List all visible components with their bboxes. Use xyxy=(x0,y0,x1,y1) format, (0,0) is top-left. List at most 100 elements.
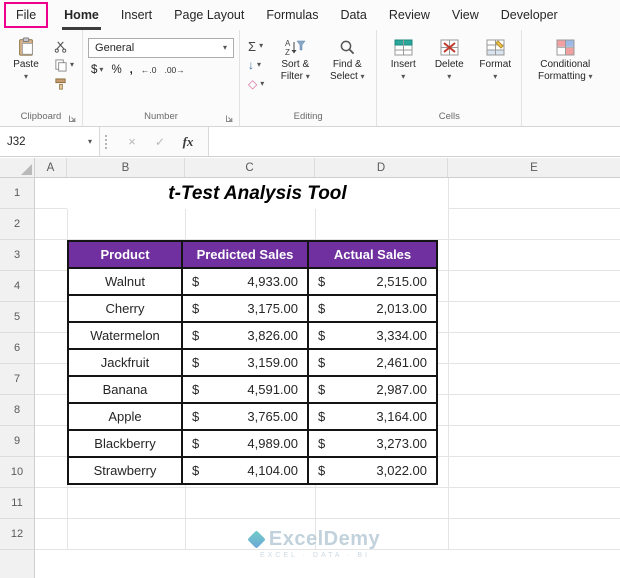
formula-bar-resize-handle[interactable] xyxy=(100,127,112,156)
tab-file[interactable]: File xyxy=(4,2,49,28)
tab-insert-label: Insert xyxy=(120,8,153,22)
comma-icon: , xyxy=(129,64,133,76)
column-header-d[interactable]: D xyxy=(315,158,448,177)
cell-predicted[interactable]: $3,765.00 xyxy=(181,402,309,431)
currency-symbol: $ xyxy=(318,463,326,478)
tab-formulas[interactable]: Formulas xyxy=(255,0,329,30)
row-header-9[interactable]: 9 xyxy=(0,426,34,457)
cell-actual[interactable]: $3,273.00 xyxy=(307,429,438,458)
tab-data[interactable]: Data xyxy=(329,0,377,30)
cell-actual[interactable]: $3,164.00 xyxy=(307,402,438,431)
tab-insert[interactable]: Insert xyxy=(110,0,163,30)
column-header-a[interactable]: A xyxy=(35,158,67,177)
header-cell-predicted-sales[interactable]: Predicted Sales xyxy=(181,240,309,269)
cell-actual[interactable]: $2,987.00 xyxy=(307,375,438,404)
cells-area[interactable]: t-Test Analysis Tool Product Predicted S… xyxy=(35,178,620,578)
row-header-7[interactable]: 7 xyxy=(0,364,34,395)
comma-style-button[interactable]: , xyxy=(130,64,133,76)
percent-style-button[interactable]: % xyxy=(111,64,121,76)
decrease-decimal-button[interactable]: .00→ xyxy=(164,65,184,75)
header-cell-product[interactable]: Product xyxy=(67,240,183,269)
row-header-4[interactable]: 4 xyxy=(0,271,34,302)
cell-product[interactable]: Cherry xyxy=(67,294,183,323)
sort-filter-button[interactable]: AZ Sort & Filter ▾ xyxy=(269,32,321,85)
cut-button[interactable] xyxy=(51,38,77,54)
table-row: Strawberry $4,104.00 $3,022.00 xyxy=(67,456,438,485)
tab-review[interactable]: Review xyxy=(378,0,441,30)
increase-decimal-icon: ←.0 xyxy=(140,65,157,75)
formula-bar: J32 ▾ × ✓ fx xyxy=(0,127,620,157)
cell-actual[interactable]: $3,022.00 xyxy=(307,456,438,485)
conditional-formatting-button[interactable]: Conditional Formatting ▾ xyxy=(525,32,605,85)
clipboard-dialog-launcher[interactable] xyxy=(67,113,77,123)
find-select-button[interactable]: Find & Select ▾ xyxy=(321,32,373,85)
select-all-button[interactable] xyxy=(0,158,35,177)
row-header-10[interactable]: 10 xyxy=(0,457,34,488)
amount: 3,273.00 xyxy=(376,436,427,451)
currency-symbol: $ xyxy=(192,328,200,343)
paste-button[interactable]: Paste ▾ xyxy=(3,32,49,83)
tab-home[interactable]: Home xyxy=(53,0,110,30)
sheet-title[interactable]: t-Test Analysis Tool xyxy=(67,178,448,209)
tab-page-layout-label: Page Layout xyxy=(174,8,245,22)
cell-predicted[interactable]: $3,175.00 xyxy=(181,294,309,323)
row-header-12[interactable]: 12 xyxy=(0,519,34,550)
cell-actual[interactable]: $3,334.00 xyxy=(307,321,438,350)
cell-predicted[interactable]: $4,104.00 xyxy=(181,456,309,485)
number-format-select[interactable]: General ▾ xyxy=(88,38,235,58)
sort-filter-label: Sort & Filter ▾ xyxy=(280,59,310,82)
formula-input[interactable] xyxy=(209,127,620,156)
tab-developer[interactable]: Developer xyxy=(490,0,569,30)
tab-view[interactable]: View xyxy=(441,0,490,30)
column-header-b[interactable]: B xyxy=(67,158,185,177)
column-header-c[interactable]: C xyxy=(185,158,315,177)
cell-product[interactable]: Strawberry xyxy=(67,456,183,485)
number-dialog-launcher[interactable] xyxy=(224,113,234,123)
row-header-1[interactable]: 1 xyxy=(0,178,34,209)
cell-actual[interactable]: $2,461.00 xyxy=(307,348,438,377)
name-box[interactable]: J32 ▾ xyxy=(0,127,100,156)
column-header-e[interactable]: E xyxy=(448,158,620,177)
cell-actual[interactable]: $2,013.00 xyxy=(307,294,438,323)
copy-button[interactable]: ▾ xyxy=(51,57,77,73)
chevron-down-icon: ▾ xyxy=(70,60,75,69)
format-painter-button[interactable] xyxy=(51,76,77,92)
cell-product[interactable]: Blackberry xyxy=(67,429,183,458)
row-header-6[interactable]: 6 xyxy=(0,333,34,364)
format-cells-button[interactable]: Format ▾ xyxy=(472,32,518,83)
autosum-button[interactable]: Σ ▾ xyxy=(245,38,267,54)
clear-button[interactable]: ◇ ▾ xyxy=(245,76,267,92)
format-label: Format xyxy=(479,59,512,70)
cell-product[interactable]: Apple xyxy=(67,402,183,431)
cell-predicted[interactable]: $3,159.00 xyxy=(181,348,309,377)
cell-product[interactable]: Jackfruit xyxy=(67,348,183,377)
delete-cells-button[interactable]: Delete ▾ xyxy=(426,32,472,83)
fill-button[interactable]: ↓ ▾ xyxy=(245,57,267,73)
row-header-5[interactable]: 5 xyxy=(0,302,34,333)
tab-page-layout[interactable]: Page Layout xyxy=(163,0,255,30)
cell-predicted[interactable]: $3,826.00 xyxy=(181,321,309,350)
row-header-2[interactable]: 2 xyxy=(0,209,34,240)
insert-cells-button[interactable]: Insert ▾ xyxy=(380,32,426,83)
cell-product[interactable]: Banana xyxy=(67,375,183,404)
increase-decimal-button[interactable]: ←.0 xyxy=(141,65,157,75)
clipboard-label-text: Clipboard xyxy=(20,111,62,122)
row-header-8[interactable]: 8 xyxy=(0,395,34,426)
chevron-down-icon: ▾ xyxy=(87,136,92,146)
cell-product[interactable]: Walnut xyxy=(67,267,183,296)
header-cell-actual-sales[interactable]: Actual Sales xyxy=(307,240,438,269)
cell-predicted[interactable]: $4,989.00 xyxy=(181,429,309,458)
insert-function-button[interactable]: fx xyxy=(174,134,202,150)
row-header-11[interactable]: 11 xyxy=(0,488,34,519)
editing-group: Σ ▾ ↓ ▾ ◇ ▾ AZ Sort & Filter ▾ Find & Se… xyxy=(240,30,378,126)
cancel-button[interactable]: × xyxy=(118,134,146,149)
enter-button[interactable]: ✓ xyxy=(146,135,174,149)
cell-predicted[interactable]: $4,591.00 xyxy=(181,375,309,404)
cell-product[interactable]: Watermelon xyxy=(67,321,183,350)
cell-predicted[interactable]: $4,933.00 xyxy=(181,267,309,296)
accounting-format-button[interactable]: $ ▾ xyxy=(91,64,103,76)
currency-symbol: $ xyxy=(318,355,326,370)
cell-actual[interactable]: $2,515.00 xyxy=(307,267,438,296)
row-header-3[interactable]: 3 xyxy=(0,240,34,271)
column-headers: A B C D E xyxy=(0,158,620,178)
